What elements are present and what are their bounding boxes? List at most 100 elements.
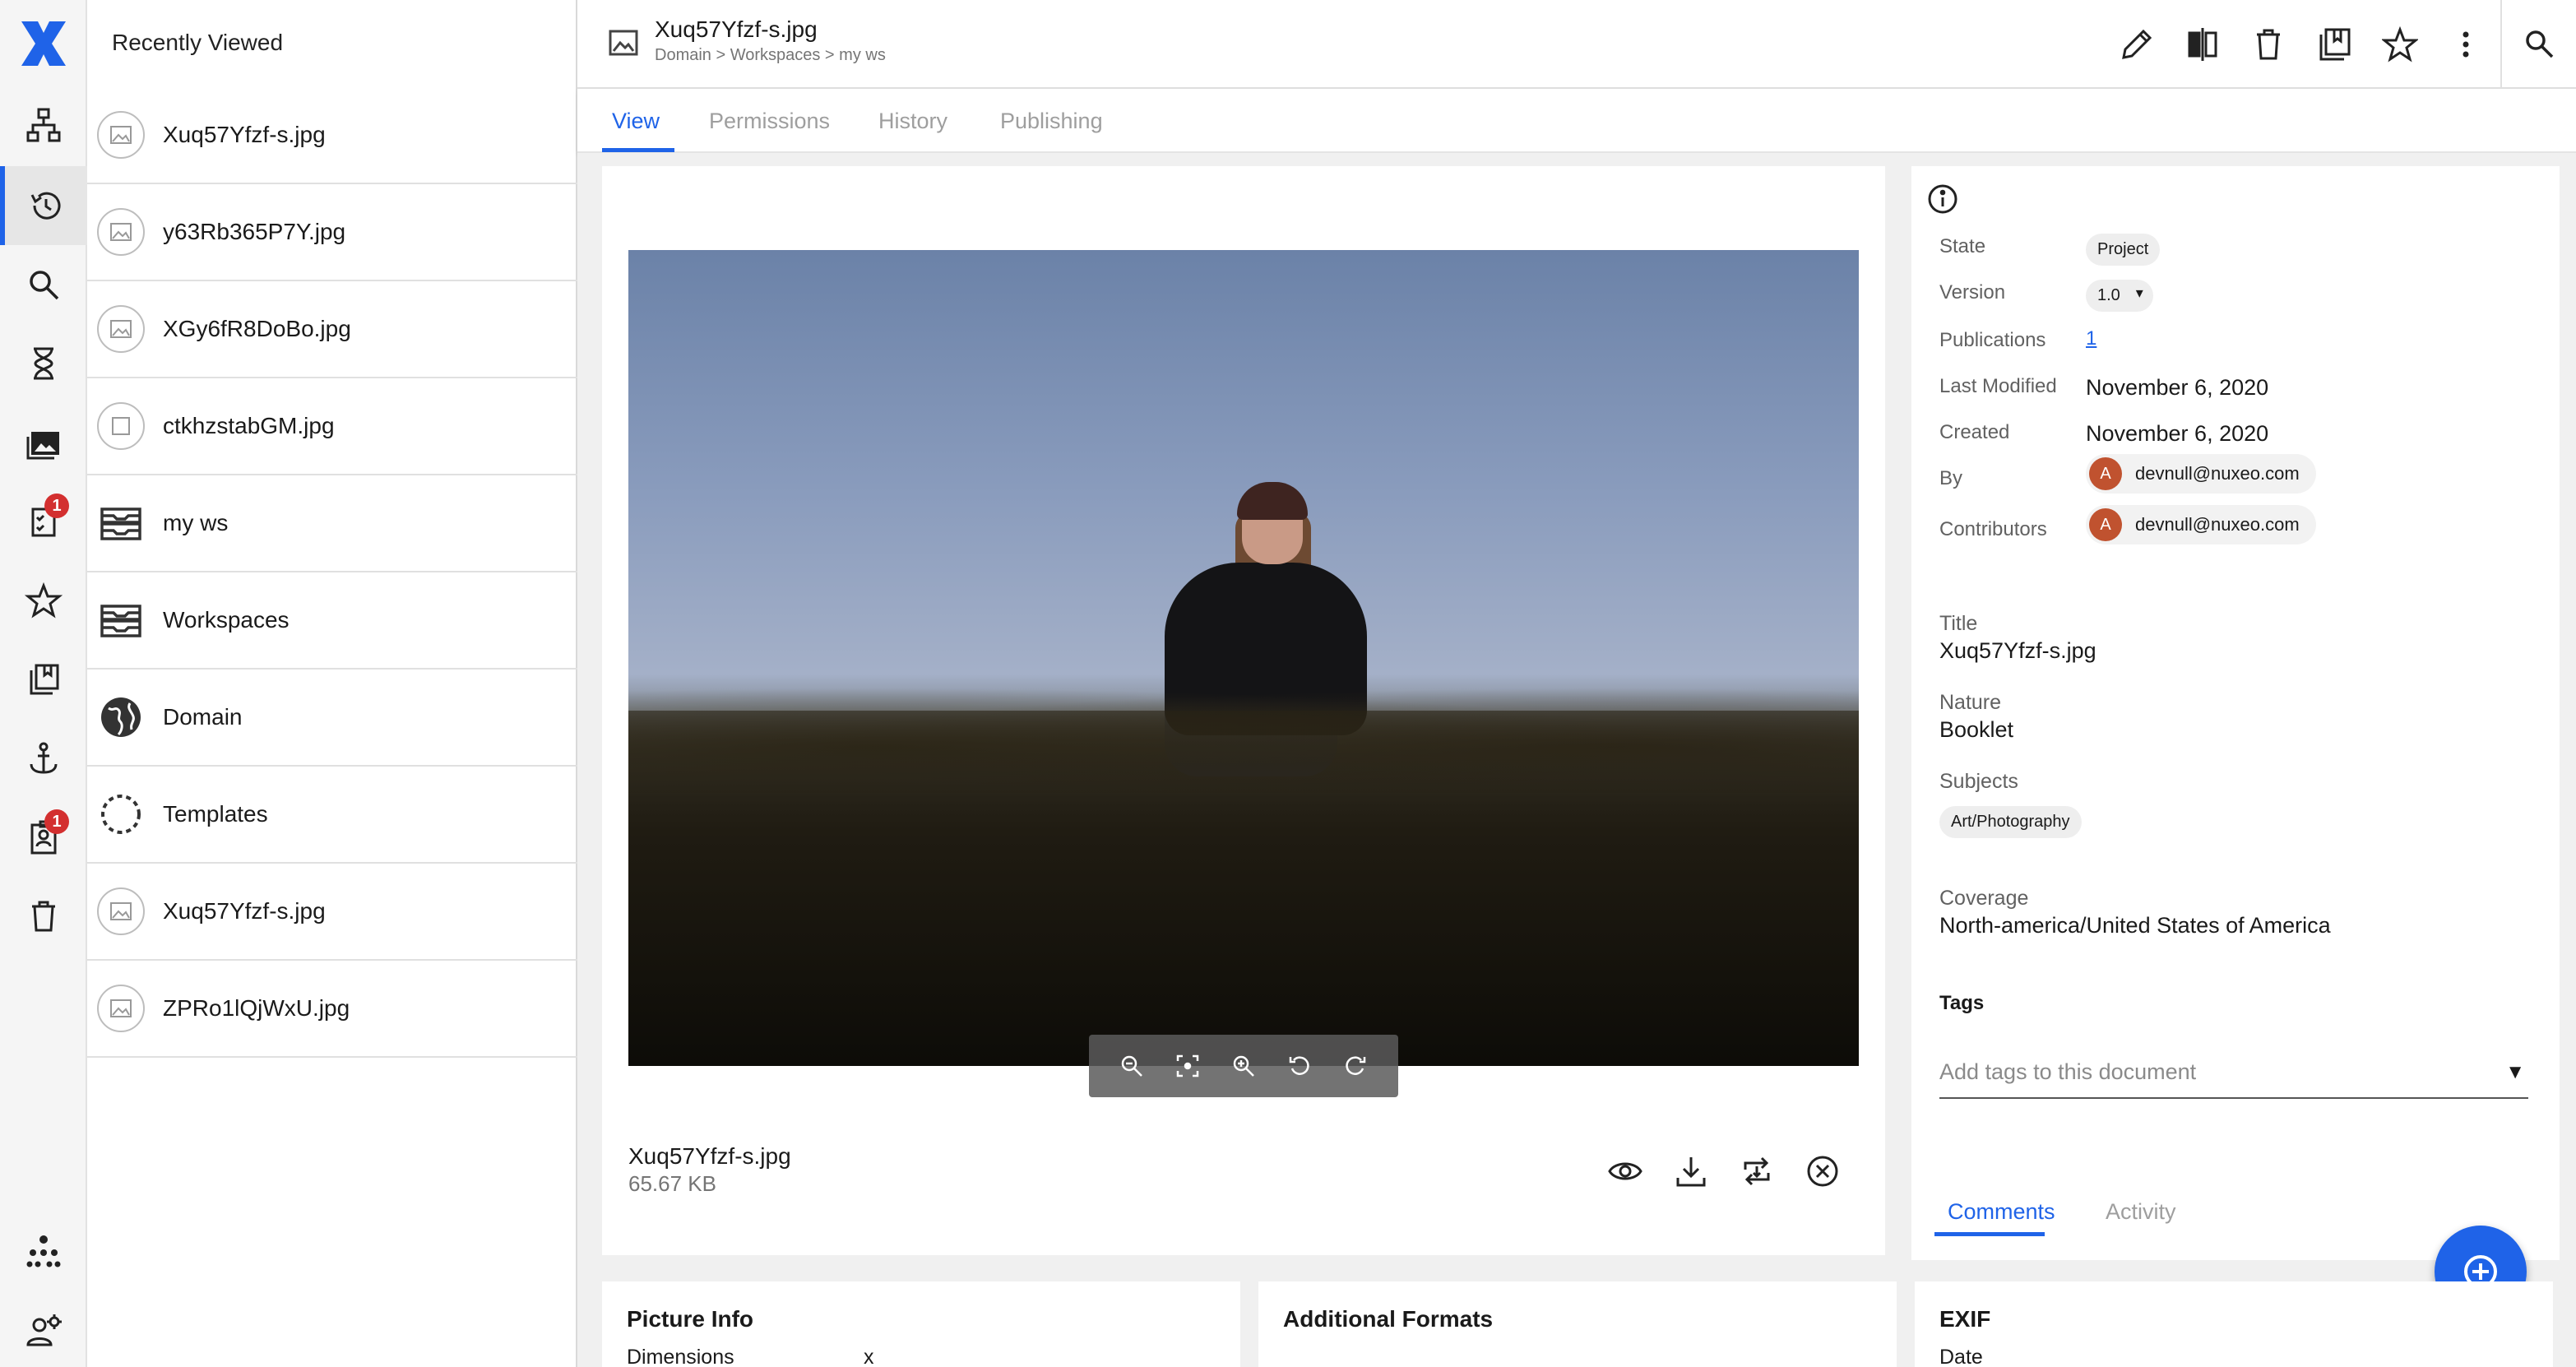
- zoom-in-icon[interactable]: [1231, 1054, 1256, 1078]
- add-to-collection-icon: [2319, 28, 2351, 61]
- document-tabs: View Permissions History Publishing: [577, 89, 2576, 153]
- version-label: Version: [1939, 281, 2006, 304]
- image-icon: [110, 223, 132, 241]
- tab-history[interactable]: History: [878, 109, 947, 134]
- last-modified-label: Last Modified: [1939, 375, 2057, 397]
- user-settings-icon: [26, 1314, 62, 1346]
- publications-link[interactable]: 1: [2086, 327, 2096, 350]
- list-item[interactable]: ctkhzstabGM.jpg: [87, 378, 577, 475]
- subject-chip: Art/Photography: [1939, 806, 2082, 838]
- star-icon: [25, 582, 63, 619]
- recently-viewed-list: Xuq57Yfzf-s.jpg y63Rb365P7Y.jpg XGy6fR8D…: [87, 87, 577, 1058]
- caret-down-icon: ▾: [2135, 285, 2143, 301]
- list-item[interactable]: XGy6fR8DoBo.jpg: [87, 281, 577, 378]
- administration-button[interactable]: [0, 1212, 87, 1291]
- created-label: Created: [1939, 421, 2010, 443]
- breadcrumb[interactable]: Domain > Workspaces > my ws: [655, 46, 886, 65]
- list-item[interactable]: Templates: [87, 767, 577, 864]
- nuxeo-logo-icon[interactable]: [16, 16, 71, 71]
- remove-button[interactable]: [1803, 1152, 1842, 1191]
- download-icon: [1676, 1157, 1706, 1187]
- list-item-label: Workspaces: [163, 607, 290, 633]
- document-image-preview[interactable]: [628, 250, 1859, 1066]
- exif-title: EXIF: [1939, 1306, 1991, 1332]
- additional-formats-title: Additional Formats: [1283, 1306, 1494, 1332]
- state-label: State: [1939, 235, 1986, 257]
- recently-viewed-button[interactable]: [0, 166, 87, 245]
- author-chip[interactable]: A devnull@nuxeo.com: [2086, 454, 2316, 494]
- tags-input[interactable]: Add tags to this document ▼: [1939, 1056, 2528, 1099]
- workspace-icon: [100, 605, 141, 637]
- additional-formats-card: Additional Formats: [1258, 1281, 1897, 1367]
- browse-sitemap-button[interactable]: [0, 86, 87, 165]
- fit-icon[interactable]: [1175, 1054, 1200, 1078]
- zoom-out-icon[interactable]: [1119, 1054, 1144, 1078]
- user-settings-button[interactable]: [0, 1291, 87, 1367]
- list-item[interactable]: ZPRo1lQjWxU.jpg: [87, 961, 577, 1058]
- tab-view[interactable]: View: [612, 109, 660, 134]
- left-rail: 1 1: [0, 0, 87, 1367]
- compare-button[interactable]: [2183, 21, 2222, 67]
- version-dropdown[interactable]: 1.0 ▾: [2086, 280, 2153, 312]
- header-search-button[interactable]: [2500, 0, 2576, 87]
- collections-button[interactable]: [0, 403, 87, 482]
- favorites-button[interactable]: [0, 561, 87, 640]
- trash-nav-button[interactable]: [0, 877, 87, 956]
- profile-tasks-button[interactable]: 1: [0, 798, 87, 877]
- list-item[interactable]: Xuq57Yfzf-s.jpg: [87, 864, 577, 961]
- dropdown-arrow-icon[interactable]: ▼: [2505, 1061, 2525, 1084]
- list-item-label: Domain: [163, 704, 243, 730]
- image-thumbnail: [97, 305, 145, 353]
- coverage-label: Coverage: [1939, 887, 2029, 910]
- expired-button[interactable]: [0, 324, 87, 403]
- list-item[interactable]: Domain: [87, 670, 577, 767]
- replace-button[interactable]: [1737, 1152, 1777, 1191]
- avatar: A: [2089, 508, 2122, 541]
- list-item[interactable]: my ws: [87, 475, 577, 572]
- list-item-label: Templates: [163, 801, 268, 827]
- state-chip: Project: [2086, 234, 2161, 266]
- deep-link-button[interactable]: [0, 719, 87, 798]
- list-item[interactable]: Xuq57Yfzf-s.jpg: [87, 87, 577, 184]
- delete-button[interactable]: [2249, 21, 2288, 67]
- image-icon: [110, 126, 132, 144]
- exif-card: EXIF Date: [1915, 1281, 2553, 1367]
- sitemap-icon: [26, 108, 61, 142]
- tab-permissions[interactable]: Permissions: [709, 109, 830, 134]
- exif-date-label: Date: [1939, 1346, 1983, 1367]
- edit-button[interactable]: [2117, 21, 2157, 67]
- clipboard-icon: [30, 664, 59, 695]
- contributor-email: devnull@nuxeo.com: [2135, 514, 2300, 535]
- workspace-thumbnail: [97, 596, 145, 644]
- replace-icon: [1744, 1156, 1770, 1186]
- nature-label: Nature: [1939, 691, 2002, 714]
- publications-label: Publications: [1939, 329, 2046, 351]
- image-thumbnail: [97, 208, 145, 256]
- clipboard-button[interactable]: [0, 640, 87, 719]
- rotate-right-icon[interactable]: [1343, 1054, 1368, 1078]
- contributor-chip[interactable]: A devnull@nuxeo.com: [2086, 505, 2316, 544]
- tab-comments[interactable]: Comments: [1948, 1199, 2055, 1225]
- tasks-button[interactable]: 1: [0, 482, 87, 561]
- tab-activity[interactable]: Activity: [2106, 1199, 2176, 1225]
- download-button[interactable]: [1671, 1152, 1711, 1191]
- favorite-button[interactable]: [2380, 21, 2420, 67]
- remove-icon: [1807, 1156, 1838, 1187]
- picture-info-card: Picture Info Dimensions x: [602, 1281, 1240, 1367]
- list-item[interactable]: Workspaces: [87, 572, 577, 670]
- more-menu-button[interactable]: [2446, 21, 2486, 67]
- preview-button[interactable]: [1605, 1152, 1645, 1191]
- rotate-left-icon[interactable]: [1287, 1054, 1312, 1078]
- add-to-collection-button[interactable]: [2314, 21, 2354, 67]
- search-nav-button[interactable]: [0, 245, 87, 324]
- list-item-label: my ws: [163, 510, 229, 535]
- last-modified-value: November 6, 2020: [2086, 375, 2269, 400]
- list-item[interactable]: y63Rb365P7Y.jpg: [87, 184, 577, 281]
- list-item-label: ctkhzstabGM.jpg: [163, 413, 335, 438]
- image-thumbnail: [97, 887, 145, 935]
- tasks-badge: 1: [44, 494, 69, 518]
- picture-doc-icon: [609, 30, 638, 56]
- tab-publishing[interactable]: Publishing: [1000, 109, 1103, 134]
- globe-icon: [101, 697, 141, 737]
- title-label: Title: [1939, 612, 1978, 635]
